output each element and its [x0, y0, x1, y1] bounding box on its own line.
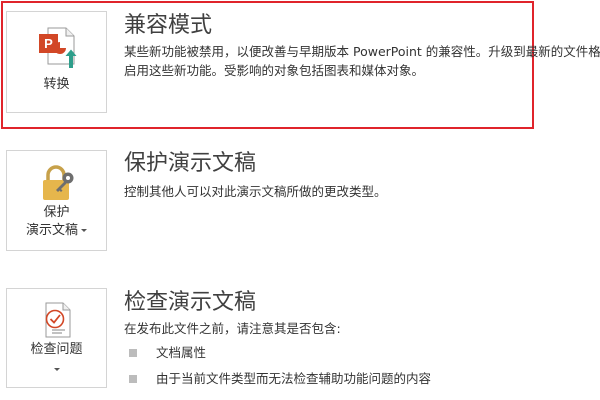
check-for-issues-label: 检查问题 — [30, 342, 83, 357]
lock-key-icon — [39, 163, 79, 203]
list-item-text: 由于当前文件类型而无法检查辅助功能问题的内容 — [156, 371, 432, 386]
protect-description: 控制其他人可以对此演示文稿所做的更改类型。 — [124, 184, 387, 199]
protect-title: 保护演示文稿 — [124, 151, 257, 176]
check-issues-caret-row — [7, 361, 106, 379]
protect-button-label-line2: 演示文稿 — [25, 223, 78, 238]
check-for-issues-button[interactable]: 检查问题 — [6, 288, 107, 388]
compatibility-title: 兼容模式 — [124, 13, 213, 38]
protect-presentation-button[interactable]: 保护 演示文稿 — [6, 150, 107, 251]
bullet-icon — [129, 375, 137, 383]
checklist-icon — [42, 302, 74, 338]
chevron-down-icon — [53, 368, 60, 371]
compatibility-description-line1: 某些新功能被禁用，以便改善与早期版本 PowerPoint 的兼容性。升级到最新… — [124, 44, 600, 59]
convert-button-label: 转换 — [43, 77, 70, 92]
protect-button-label-row: 演示文稿 — [7, 222, 106, 240]
inspect-title: 检查演示文稿 — [124, 290, 257, 315]
inspect-description: 在发布此文件之前，请注意其是否包含: — [124, 321, 341, 336]
protect-button-label-line1: 保护 — [43, 205, 70, 220]
convert-button[interactable]: P 转换 — [6, 11, 107, 113]
bullet-icon — [129, 349, 137, 357]
powerpoint-convert-icon: P — [38, 26, 80, 68]
svg-text:P: P — [44, 36, 53, 51]
chevron-down-icon — [81, 229, 87, 232]
backstage-info-panel: P 转换 兼容模式 某些新功能被禁用，以便改善与早期版本 PowerPoint … — [0, 0, 600, 400]
compatibility-description-line2: 启用这些新功能。受影响的对象包括图表和媒体对象。 — [124, 63, 425, 78]
list-item-text: 文档属性 — [156, 345, 207, 360]
